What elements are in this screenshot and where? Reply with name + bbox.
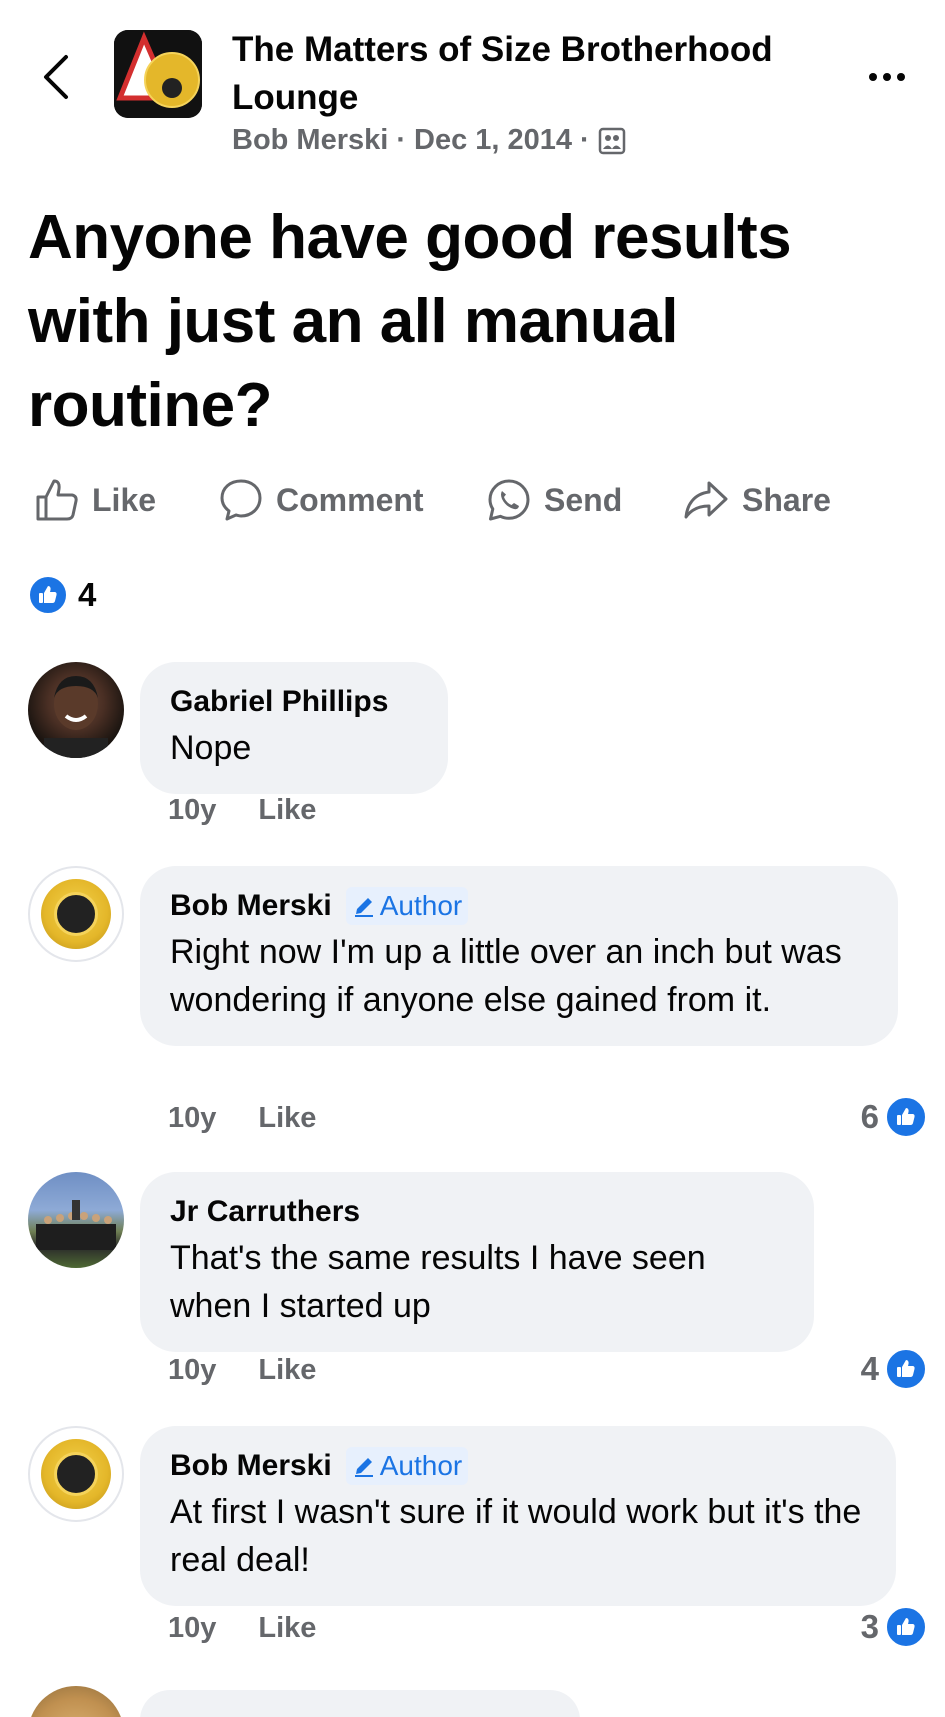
comment-label: Comment [276, 481, 424, 518]
like-label: Like [92, 481, 157, 518]
like-reaction-icon [885, 1348, 927, 1390]
send-label: Send [544, 481, 623, 518]
comment-reaction-count[interactable]: 4 [861, 1348, 927, 1390]
avatar[interactable] [28, 866, 124, 962]
avatar[interactable] [28, 1686, 124, 1717]
comment-like-button[interactable]: Like [258, 1354, 316, 1387]
chevron-left-icon [44, 55, 68, 99]
comment-footer: 10y Like [168, 1612, 316, 1645]
reactions-summary[interactable]: 4 [28, 575, 96, 615]
comment-like-button[interactable]: Like [258, 794, 316, 827]
commenter-name[interactable]: Gabriel Phillips [170, 682, 418, 722]
comment-bubble: Bob Merski Author At first I wasn't sure… [140, 1426, 896, 1606]
comment-age: 10y [168, 1354, 217, 1386]
comment-reaction-count[interactable]: 6 [861, 1096, 927, 1138]
avatar[interactable] [28, 662, 124, 758]
comment-like-button[interactable]: Like [258, 1102, 316, 1135]
author-badge: Author [345, 887, 469, 925]
post-meta: Bob Merski · Dec 1, 2014 · [232, 124, 626, 157]
comment-age: 10y [168, 1612, 217, 1644]
comment-icon [220, 479, 262, 521]
comment-text: That's the same results I have seen when… [170, 1239, 706, 1325]
share-button[interactable]: Share [682, 470, 831, 530]
comment-button[interactable]: Comment [218, 470, 424, 530]
commenter-name[interactable]: Bob Merski Author [170, 886, 868, 926]
post-title: Anyone have good results with just an al… [28, 203, 792, 440]
thumbs-up-icon [36, 479, 78, 521]
comment-bubble: Gabriel Phillips Nope [140, 662, 448, 794]
comment-footer: 10y Like [168, 794, 316, 827]
comment-text: Nope [170, 729, 252, 767]
comment-like-button[interactable]: Like [258, 1612, 316, 1645]
group-name[interactable]: The Matters of Size Brotherhood Lounge [232, 26, 792, 122]
like-button[interactable]: Like [34, 470, 156, 530]
avatar[interactable] [28, 1426, 124, 1522]
share-label: Share [742, 481, 831, 518]
commenter-name[interactable]: Jr Carruthers [170, 1192, 784, 1232]
comment-bubble: Jr Carruthers That's the same results I … [140, 1172, 814, 1352]
more-horizontal-icon [869, 73, 905, 81]
coin-logo-image [41, 1439, 111, 1509]
post-author[interactable]: Bob Merski [232, 124, 388, 157]
group-avatar[interactable] [114, 30, 202, 118]
commenter-name[interactable]: Bob Merski Author [170, 1446, 866, 1486]
more-options-button[interactable] [862, 62, 912, 92]
post-action-bar: Like Comment Send Share [0, 470, 945, 530]
like-reaction-icon [885, 1096, 927, 1138]
like-reaction-icon [28, 575, 68, 615]
comment-text: At first I wasn't sure if it would work … [170, 1493, 862, 1579]
team-photo [36, 1200, 116, 1250]
reaction-count: 4 [78, 576, 97, 613]
group-logo-image [114, 30, 202, 118]
pencil-icon [354, 1458, 373, 1477]
comment-age: 10y [168, 1102, 217, 1134]
send-button[interactable]: Send [486, 470, 622, 530]
comment-bubble [140, 1690, 580, 1717]
whatsapp-icon [488, 479, 530, 521]
meta-separator: · [580, 124, 590, 156]
coin-logo-image [41, 879, 111, 949]
comment-text: Right now I'm up a little over an inch b… [170, 933, 842, 1019]
comment-bubble: Bob Merski Author Right now I'm up a lit… [140, 866, 898, 1046]
profile-photo [44, 676, 108, 758]
pencil-icon [354, 898, 373, 917]
comment-age: 10y [168, 794, 217, 826]
post-header: The Matters of Size Brotherhood Lounge B… [0, 0, 945, 170]
like-reaction-icon [885, 1606, 927, 1648]
comment-reaction-count[interactable]: 3 [861, 1606, 927, 1648]
back-button[interactable] [36, 52, 76, 102]
post-date[interactable]: Dec 1, 2014 [414, 124, 572, 157]
comment-footer: 10y Like [168, 1102, 316, 1135]
comment-footer: 10y Like [168, 1354, 316, 1387]
author-badge: Author [345, 1447, 469, 1485]
meta-separator: · [396, 124, 406, 156]
share-arrow-icon [684, 481, 728, 519]
group-members-icon [598, 127, 625, 154]
avatar[interactable] [28, 1172, 124, 1268]
